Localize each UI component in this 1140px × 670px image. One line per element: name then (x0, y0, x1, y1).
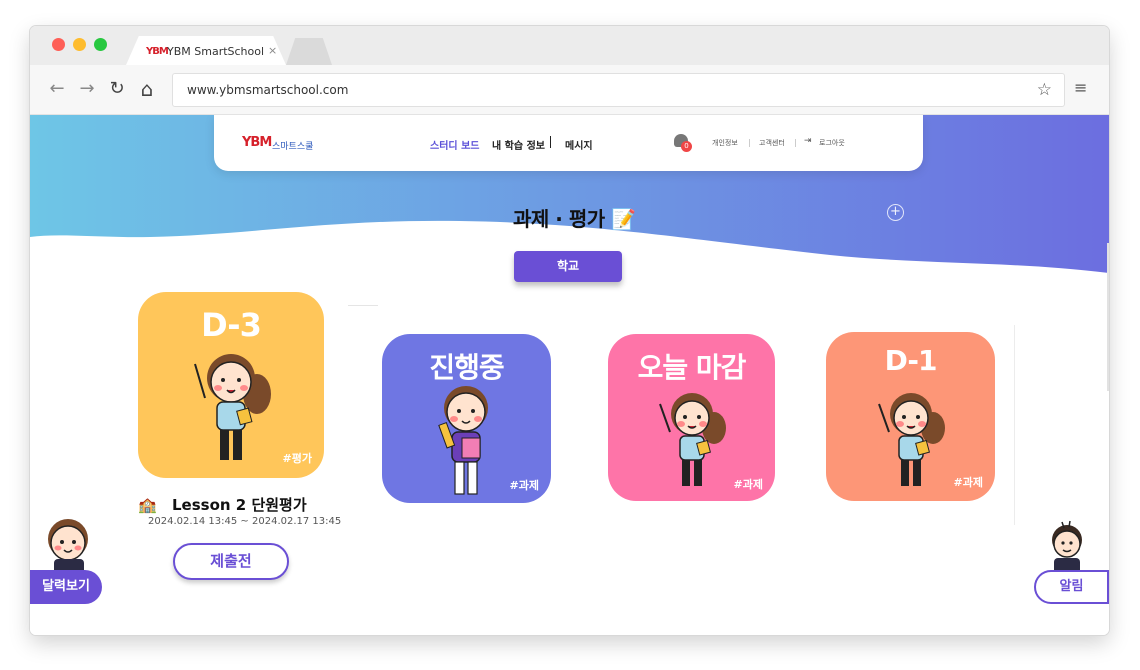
card-deadline: D-1 (884, 344, 938, 377)
browser-window: YBM YBM SmartSchool × ← → ↻ ⌂ www.ybmsma… (30, 26, 1109, 635)
util-divider (795, 139, 796, 147)
card-tag: #과제 (733, 478, 763, 491)
ybm-logo[interactable]: YBM (242, 135, 272, 150)
logout-link[interactable]: 로그아웃 (819, 138, 845, 148)
address-bar[interactable]: www.ybmsmartschool.com ☆ (172, 73, 1065, 107)
assignment-card[interactable]: D-1 #과제 (826, 332, 995, 501)
util-divider (749, 139, 750, 147)
assignment-date-range: 2024.02.14 13:45 ~ 2024.02.17 13:45 (148, 516, 342, 527)
browser-tab[interactable]: YBM YBM SmartSchool × (126, 36, 286, 65)
forward-arrow-icon[interactable]: → (77, 78, 97, 100)
calendar-button[interactable]: 달력보기 (30, 570, 102, 604)
assignment-title: Lesson 2 단원평가 (172, 496, 307, 514)
new-tab-button[interactable] (286, 38, 332, 65)
page-content: YBM 스마트스쿨 스터디 보드 내 학습 정보 메시지 0 개인정보 고객센터… (30, 115, 1109, 635)
card-tag: #과제 (509, 479, 539, 492)
favicon: YBM (146, 46, 169, 57)
site-header: YBM 스마트스쿨 스터디 보드 내 학습 정보 메시지 0 개인정보 고객센터… (214, 115, 923, 171)
assignment-card[interactable]: 오늘 마감 #과제 (608, 334, 775, 501)
scrollbar[interactable] (1107, 243, 1109, 391)
bookmark-star-icon[interactable]: ☆ (1037, 80, 1052, 100)
alarm-button[interactable]: 알림 (1034, 570, 1109, 604)
home-icon[interactable]: ⌂ (137, 78, 157, 100)
tab-title: YBM SmartSchool (167, 45, 265, 58)
maximize-window-button[interactable] (94, 38, 107, 51)
nav-divider (550, 136, 551, 148)
browser-menu-icon[interactable]: ≡ (1074, 78, 1087, 97)
nav-study-board[interactable]: 스터디 보드 (430, 137, 479, 152)
divider (1014, 325, 1015, 525)
notification-badge: 0 (681, 141, 692, 152)
card-deadline: D-3 (201, 306, 262, 344)
featured-assignment-title[interactable]: 🏫 Lesson 2 단원평가 (138, 494, 338, 516)
page-title: 과제 · 평가 📝 (513, 207, 636, 231)
support-link[interactable]: 고객센터 (759, 138, 785, 148)
minimize-window-button[interactable] (73, 38, 86, 51)
plus-icon[interactable]: + (887, 204, 904, 221)
logo-subtitle[interactable]: 스마트스쿨 (272, 139, 313, 152)
submission-status-button[interactable]: 제출전 (173, 543, 289, 580)
close-window-button[interactable] (52, 38, 65, 51)
card-tag: #평가 (282, 452, 312, 465)
reload-icon[interactable]: ↻ (107, 78, 127, 100)
card-tag: #과제 (953, 476, 983, 489)
divider (348, 305, 378, 306)
school-filter-button[interactable]: 학교 (514, 251, 622, 282)
school-icon: 🏫 (138, 496, 157, 514)
tab-close-icon[interactable]: × (268, 44, 277, 57)
nav-my-learning[interactable]: 내 학습 정보 (492, 137, 545, 152)
assignment-card[interactable]: 진행중 #과제 (382, 334, 551, 503)
assignment-card[interactable]: D-3 #평가 (138, 292, 324, 478)
nav-messages[interactable]: 메시지 (565, 137, 593, 152)
logout-icon[interactable]: ⇥ (804, 136, 812, 146)
card-deadline: 진행중 (429, 351, 504, 384)
privacy-link[interactable]: 개인정보 (712, 138, 738, 148)
calendar-character-icon (48, 519, 88, 575)
back-arrow-icon[interactable]: ← (47, 78, 67, 100)
browser-toolbar: ← → ↻ ⌂ www.ybmsmartschool.com ☆ ≡ (30, 65, 1109, 115)
url-text: www.ybmsmartschool.com (187, 83, 349, 97)
card-deadline: 오늘 마감 (637, 351, 747, 384)
browser-titlebar: YBM YBM SmartSchool × (30, 26, 1109, 65)
alarm-character-icon (1052, 520, 1082, 575)
